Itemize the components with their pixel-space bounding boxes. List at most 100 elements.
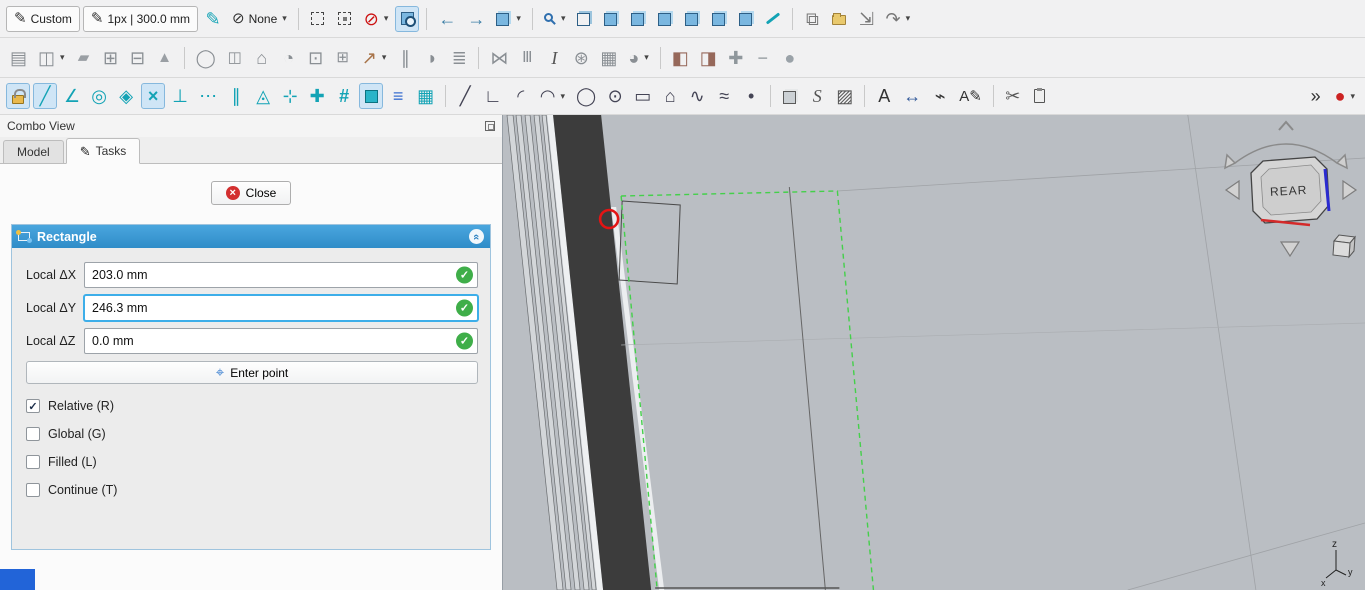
arch-schedule-table-icon[interactable]: ▦ [596, 45, 621, 71]
open-folder-button[interactable] [827, 6, 851, 32]
local-dz-input[interactable] [84, 328, 478, 354]
arch-stairs-icon[interactable]: ≣ [447, 45, 471, 71]
enter-point-button[interactable]: ⌖ Enter point [26, 361, 478, 384]
draft-hatch-icon[interactable]: ▨ [832, 83, 857, 109]
draft-style-combo[interactable]: ✎Custom [6, 6, 80, 32]
nav-forward-button[interactable]: → [463, 6, 489, 32]
rectangle-section-header[interactable]: Rectangle « [12, 225, 490, 248]
draft-bezier-icon[interactable]: ≈ [712, 83, 736, 109]
tab-tasks[interactable]: ✎ Tasks [66, 138, 141, 164]
draft-dimension-icon[interactable]: ↔ [899, 83, 925, 109]
3d-viewport[interactable]: REAR z y x [503, 115, 1365, 590]
snap-dimensions-icon[interactable]: ≡ [386, 83, 410, 109]
draft-slope-icon[interactable]: ▰ [72, 45, 96, 71]
arch-remove-component-icon[interactable]: − [751, 45, 775, 71]
arch-panel-icon[interactable]: ⊟ [126, 45, 150, 71]
float-panel-icon[interactable] [485, 121, 495, 131]
draft-rectangle-icon[interactable]: ▭ [630, 83, 655, 109]
snap-midpoint-icon[interactable]: ∠ [60, 83, 84, 109]
snap-special-icon[interactable]: ◬ [251, 83, 275, 109]
navigation-cube[interactable]: REAR [1210, 117, 1362, 267]
draft-label-icon[interactable]: ⌁ [928, 83, 952, 109]
local-dy-input[interactable] [84, 295, 478, 321]
view-fit-all-button[interactable] [572, 6, 596, 32]
draft-apply-style-button[interactable]: ✎ [201, 6, 225, 32]
draft-bspline-icon[interactable]: ∿ [685, 83, 709, 109]
view-front-button[interactable] [599, 6, 623, 32]
arch-pipe-icon[interactable]: ◧ [668, 45, 693, 71]
draft-fillet-icon[interactable]: ◜ [509, 83, 533, 109]
snap-center-icon[interactable]: ◎ [87, 83, 111, 109]
filled-checkbox[interactable]: ✓ [26, 455, 40, 469]
snap-near-icon[interactable]: ⊹ [278, 83, 302, 109]
arch-reference-icon[interactable]: ⊡ [304, 45, 328, 71]
draft-line-icon[interactable]: ╱ [453, 83, 477, 109]
draft-polyline-icon[interactable]: ∟ [480, 83, 506, 109]
view-bottom-button[interactable] [707, 6, 731, 32]
snap-grid-icon[interactable]: # [332, 83, 356, 109]
draft-circle-icon[interactable]: ◯ [572, 83, 600, 109]
arch-section-plane-icon[interactable]: ◔ [277, 45, 301, 71]
arch-material-icon[interactable]: ◕▾ [624, 45, 652, 71]
arch-curtain-wall-icon[interactable]: ◗ [420, 45, 444, 71]
share-button[interactable]: ↷▾ [881, 6, 914, 32]
navigation-stop-button[interactable]: ⊘▾ [360, 6, 393, 32]
arch-schedule-grid-icon[interactable]: ⊞ [331, 45, 355, 71]
arch-pipe-connector-icon[interactable]: ◨ [696, 45, 721, 71]
paste-icon[interactable] [1028, 83, 1052, 109]
draft-text-icon[interactable]: A [872, 83, 896, 109]
arch-column-icon[interactable]: ∥ [393, 45, 417, 71]
filled-checkbox-row[interactable]: ✓ Filled (L) [26, 455, 478, 469]
arch-space-icon[interactable]: ◯ [192, 45, 220, 71]
box-selection-button[interactable] [306, 6, 330, 32]
global-checkbox-row[interactable]: ✓ Global (G) [26, 427, 478, 441]
arch-fence-icon[interactable]: Ⅲ [515, 45, 539, 71]
export-button[interactable]: ⇲ [854, 6, 878, 32]
view-top-button[interactable] [626, 6, 650, 32]
snap-angle-icon[interactable]: ◈ [114, 83, 138, 109]
global-checkbox[interactable]: ✓ [26, 427, 40, 441]
cut-icon[interactable]: ✂ [1001, 83, 1025, 109]
view-right-button[interactable] [653, 6, 677, 32]
snap-ortho-icon[interactable]: ✚ [305, 83, 329, 109]
draft-linewidth-combo[interactable]: ✎1px | 300.0 mm [83, 6, 198, 32]
continue-checkbox[interactable]: ✓ [26, 483, 40, 497]
continue-checkbox-row[interactable]: ✓ Continue (T) [26, 483, 478, 497]
view-rear-button[interactable] [680, 6, 704, 32]
draft-named-group-icon[interactable]: ◫▾ [34, 45, 69, 71]
arch-truss-icon[interactable]: ⋈ [486, 45, 512, 71]
toolbar-overflow-button[interactable]: » [1304, 83, 1328, 109]
measure-distance-button[interactable] [761, 6, 785, 32]
draft-facebinder-icon[interactable] [778, 83, 802, 109]
mini-cube-icon[interactable] [1333, 235, 1355, 257]
arch-survey-icon[interactable]: ● [778, 45, 802, 71]
view-sync-selection-button[interactable] [395, 6, 419, 32]
clone-button[interactable]: ⧉ [800, 6, 824, 32]
snap-parallel-icon[interactable]: ∥ [224, 83, 248, 109]
draft-layers-icon[interactable]: ▤ [6, 45, 31, 71]
arch-component-icon[interactable]: ⊛ [569, 45, 593, 71]
nav-back-button[interactable]: ← [434, 6, 460, 32]
view-left-button[interactable] [734, 6, 758, 32]
tab-model[interactable]: Model [3, 140, 64, 163]
local-dx-input[interactable] [84, 262, 478, 288]
cube-face-rear[interactable]: REAR [1251, 157, 1329, 225]
snap-extension-icon[interactable]: ⋯ [195, 83, 221, 109]
arch-add-component-icon[interactable]: ✚ [724, 45, 748, 71]
arch-window-icon[interactable]: ◫ [223, 45, 247, 71]
arch-axis-icon[interactable]: ↗▾ [358, 45, 391, 71]
relative-checkbox-row[interactable]: ✓ Relative (R) [26, 399, 478, 413]
snap-intersection-icon[interactable]: × [141, 83, 165, 109]
draft-annotation-styles-icon[interactable]: A✎ [955, 83, 986, 109]
snap-perpendicular-icon[interactable]: ⊥ [168, 83, 192, 109]
draft-shapestring-icon[interactable]: S [805, 83, 829, 109]
draft-autogroup-button[interactable]: ⊘None▾ [228, 6, 291, 32]
draft-arc-icon[interactable]: ◠▾ [536, 83, 569, 109]
snap-lock-icon[interactable] [6, 83, 30, 109]
macro-record-button[interactable]: ●▾ [1331, 83, 1359, 109]
snap-endpoint-icon[interactable]: ╱ [33, 83, 57, 109]
zoom-tools-button[interactable]: ▾ [540, 6, 570, 32]
draft-ellipse-icon[interactable]: ⊙ [603, 83, 627, 109]
relative-checkbox[interactable]: ✓ [26, 399, 40, 413]
collapse-section-button[interactable]: « [469, 229, 484, 244]
